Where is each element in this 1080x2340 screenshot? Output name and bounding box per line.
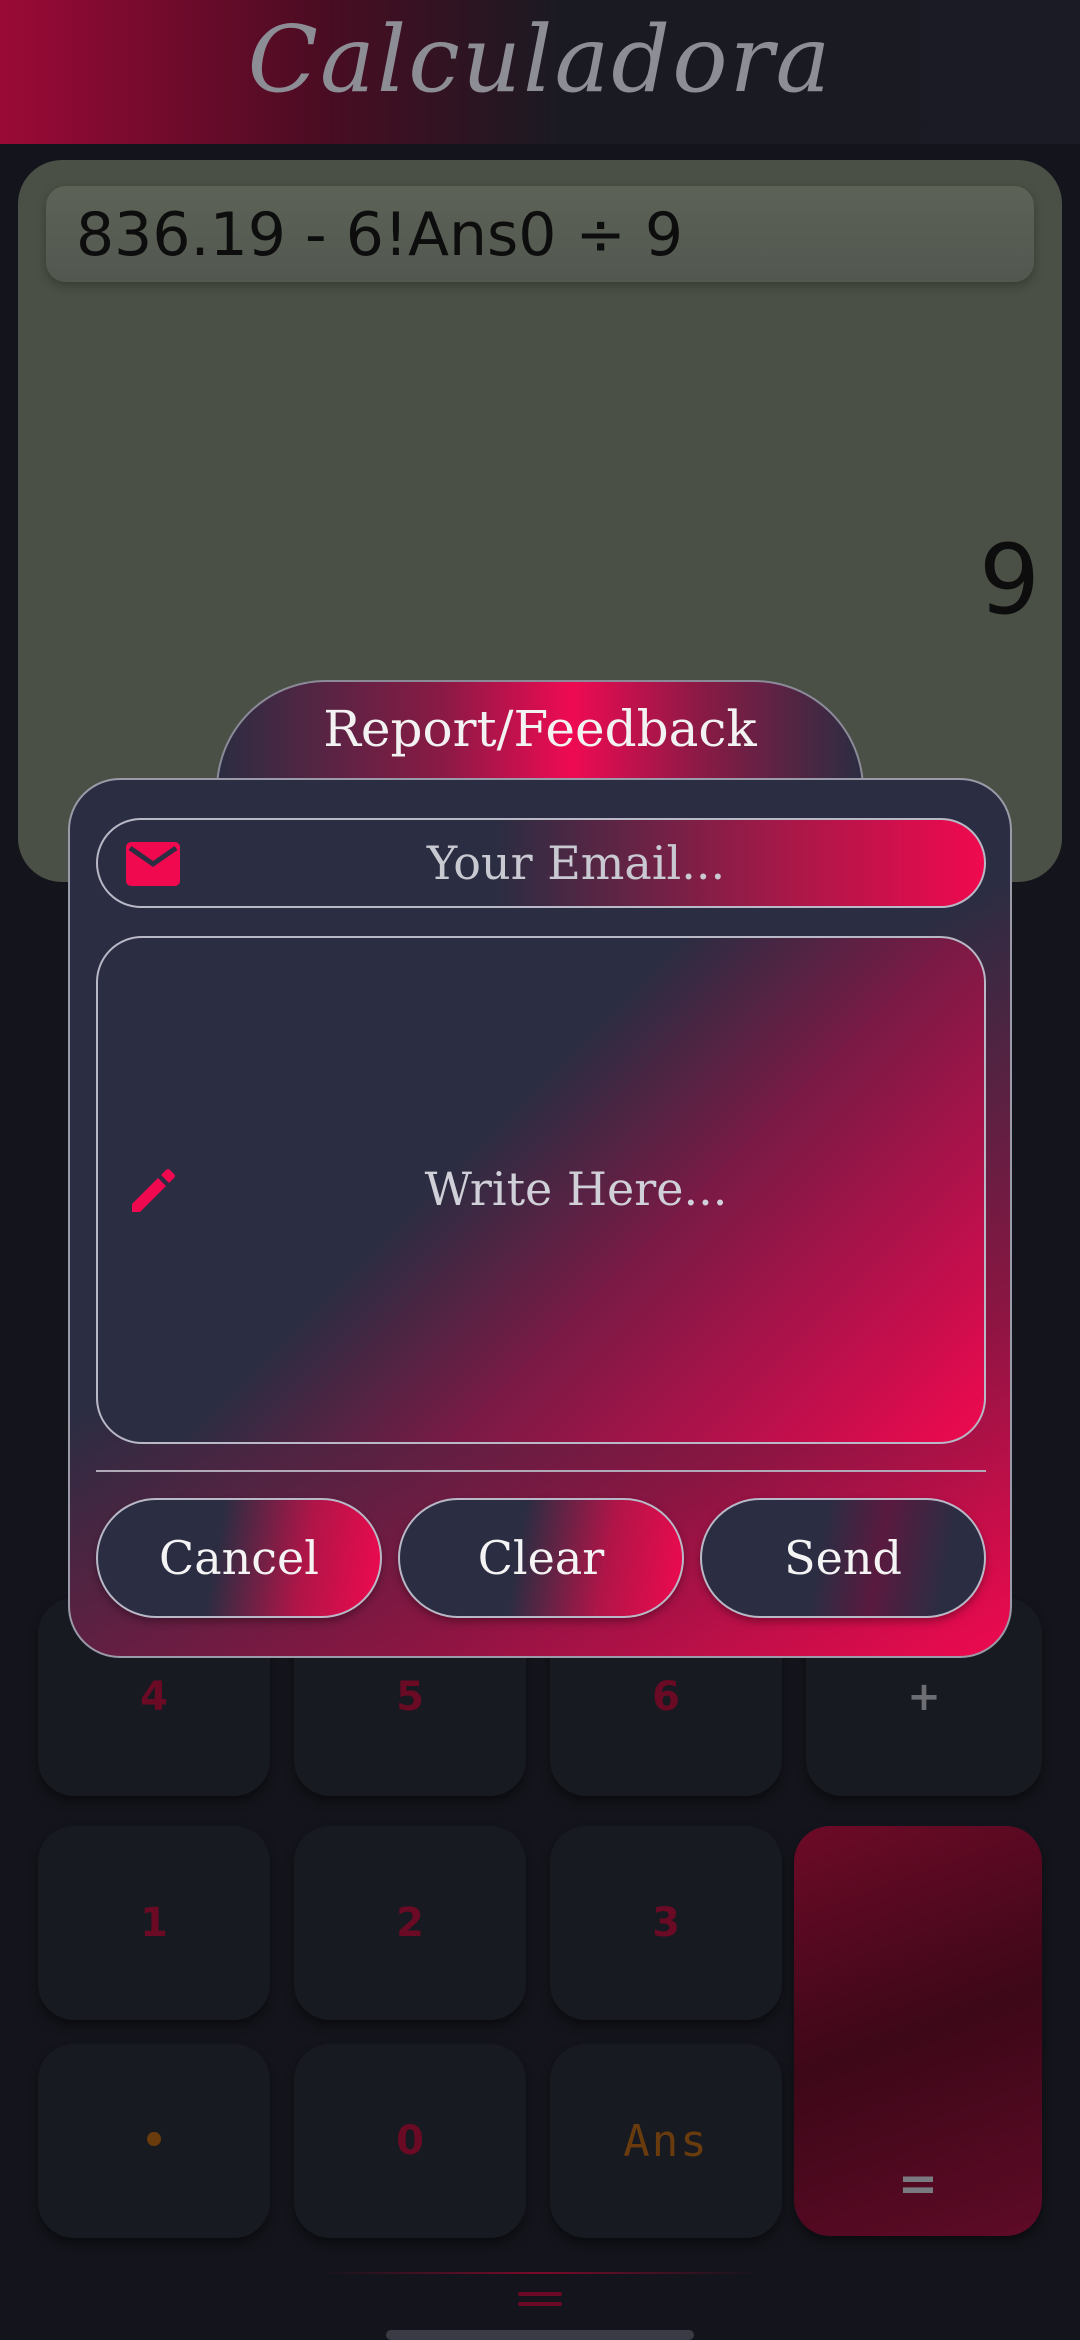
menu-icon[interactable] [518, 2292, 562, 2312]
email-placeholder: Your Email... [426, 836, 726, 890]
home-indicator[interactable] [386, 2330, 694, 2340]
key-decimal[interactable]: • [38, 2044, 270, 2238]
key-1[interactable]: 1 [38, 1826, 270, 2020]
clear-button[interactable]: Clear [398, 1498, 684, 1618]
send-button[interactable]: Send [700, 1498, 986, 1618]
modal-divider [96, 1470, 986, 1472]
cancel-button[interactable]: Cancel [96, 1498, 382, 1618]
feedback-modal: Your Email... Write Here... Cancel Clear… [68, 778, 1012, 1658]
key-3[interactable]: 3 [550, 1826, 782, 2020]
modal-title: Report/Feedback [323, 700, 757, 758]
key-ans[interactable]: Ans [550, 2044, 782, 2238]
message-field[interactable]: Write Here... [96, 936, 986, 1444]
key-0[interactable]: 0 [294, 2044, 526, 2238]
modal-title-tab: Report/Feedback [216, 680, 864, 792]
message-placeholder: Write Here... [424, 1162, 728, 1216]
key-equals[interactable]: = [794, 1826, 1042, 2236]
key-2[interactable]: 2 [294, 1826, 526, 2020]
email-field[interactable]: Your Email... [96, 818, 986, 908]
footer-divider [320, 2272, 760, 2274]
